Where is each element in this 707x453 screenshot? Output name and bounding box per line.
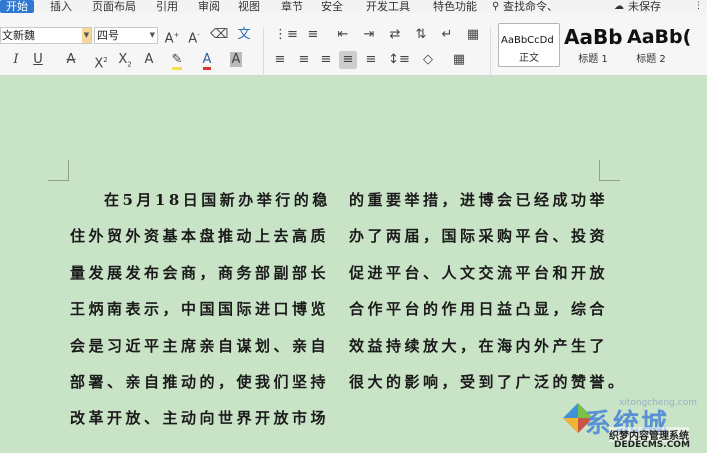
clear-format-icon[interactable]: ⌫ — [210, 26, 228, 44]
text-line: 会是习近平主席亲自谋划、亲自 — [70, 336, 330, 355]
style-sample: AaBbCcDd — [501, 35, 554, 46]
char-shading-icon[interactable]: A — [228, 51, 244, 69]
decrease-indent-icon[interactable]: ⇤ — [334, 26, 352, 44]
numbered-list-icon[interactable]: ≡ — [304, 26, 322, 44]
menu-bar: 开始 插入 页面布局 引用 审阅 视图 章节 安全 开发工具 特色功能 ⚲ 查找… — [0, 0, 707, 13]
text-column-left[interactable]: 在5月18日国新办举行的稳 住外贸外资基本盘推动上去高质 量发展发布会商，商务部… — [70, 182, 331, 437]
tab-references[interactable]: 引用 — [156, 0, 178, 13]
watermark-site-en: DEDECMS.COM — [614, 440, 690, 450]
sort-icon[interactable]: ⇅ — [412, 26, 430, 44]
style-label: 标题 2 — [636, 54, 666, 65]
style-label: 标题 1 — [578, 54, 608, 65]
tab-special-features[interactable]: 特色功能 — [433, 0, 477, 13]
tab-chapter[interactable]: 章节 — [281, 0, 303, 13]
chevron-down-icon[interactable]: ▼ — [150, 28, 155, 43]
text-line: 效益持续放大，在海内外产生了 — [349, 336, 609, 355]
tab-security[interactable]: 安全 — [321, 0, 343, 13]
table-icon[interactable]: ▦ — [464, 26, 482, 44]
style-sample: AaBb( — [627, 26, 692, 48]
margin-corner-top-right — [599, 160, 620, 181]
cloud-icon: ☁ — [614, 1, 624, 12]
separator — [263, 27, 264, 77]
font-name-select[interactable]: 文新魏 ▼ — [0, 27, 92, 44]
align-right-icon[interactable]: ≡ — [318, 51, 334, 69]
tab-home[interactable]: 开始 — [0, 0, 34, 13]
tab-view[interactable]: 视图 — [238, 0, 260, 13]
font-size-select[interactable]: 四号 ▼ — [94, 27, 158, 44]
chinese-layout-icon[interactable]: ⇄ — [386, 26, 404, 44]
line-spacing-icon[interactable]: ↕≡ — [388, 51, 410, 69]
shading-icon[interactable]: ◇ — [417, 51, 439, 69]
justify-icon[interactable]: ≡ — [339, 51, 357, 69]
search-command[interactable]: 查找命令、 — [503, 0, 558, 13]
style-normal[interactable]: AaBbCcDd 正文 — [498, 23, 560, 67]
text-column-right[interactable]: 的重要举措，进博会已经成功举 办了两届，国际采购平台、投资 促进平台、人文交流平… — [349, 182, 627, 400]
text-line: 很大的影响，受到了广泛的赞誉。 — [349, 372, 627, 391]
style-sample: AaBb — [564, 25, 623, 49]
show-marks-icon[interactable]: ↵ — [438, 26, 456, 44]
align-center-icon[interactable]: ≡ — [296, 51, 312, 69]
style-label: 正文 — [519, 53, 539, 64]
bullet-list-icon[interactable]: ⋮≡ — [274, 26, 298, 44]
tab-review[interactable]: 审阅 — [198, 0, 220, 13]
text-line: 办了两届，国际采购平台、投资 — [349, 227, 609, 246]
separator — [490, 27, 491, 77]
watermark: xitongcheng.com 系统城 织梦内容管理系统 DEDECMS.COM — [559, 397, 707, 453]
more-dots-icon[interactable]: ⋮ — [694, 0, 703, 13]
text-line: 在5月18日国新办举行的稳 — [104, 191, 331, 209]
text-line: 促进平台、人文交流平台和开放 — [349, 263, 609, 282]
subscript-icon[interactable]: X2 — [114, 51, 136, 69]
chevron-down-icon[interactable]: ▼ — [82, 28, 91, 43]
underline-icon[interactable]: U — [30, 51, 46, 69]
style-heading-1[interactable]: AaBb 标题 1 — [562, 23, 624, 67]
margin-corner-top-left — [48, 160, 69, 181]
tab-page-layout[interactable]: 页面布局 — [92, 0, 136, 13]
search-icon[interactable]: ⚲ — [492, 0, 499, 13]
style-heading-2[interactable]: AaBb( 标题 2 — [625, 23, 707, 67]
text-line: 王炳南表示，中国国际进口博览 — [70, 300, 330, 319]
text-line: 部署、亲自推动的，使我们坚持 — [70, 372, 330, 391]
text-line: 改革开放、主动向世界开放市场 — [70, 409, 330, 428]
borders-icon[interactable]: ▦ — [448, 51, 470, 69]
text-line: 合作平台的作用日益凸显，综合 — [349, 300, 609, 319]
tab-insert[interactable]: 插入 — [50, 0, 72, 13]
phonetic-guide-icon[interactable]: 文 — [234, 26, 254, 44]
distributed-align-icon[interactable]: ≡ — [362, 51, 380, 69]
italic-icon[interactable]: I — [10, 51, 22, 69]
text-effect-icon[interactable]: A — [140, 51, 158, 69]
strikethrough-icon[interactable]: A — [62, 51, 80, 69]
unsaved-status[interactable]: 未保存 — [628, 0, 661, 13]
font-shrink-icon[interactable]: A- — [186, 26, 202, 46]
styles-gallery: AaBbCcDd 正文 AaBb 标题 1 AaBb( 标题 2 — [498, 23, 707, 67]
superscript-icon[interactable]: X2 — [90, 51, 112, 71]
font-size-value: 四号 — [97, 29, 119, 42]
font-grow-icon[interactable]: A+ — [164, 26, 180, 46]
text-line: 的重要举措，进博会已经成功举 — [349, 191, 609, 209]
highlight-icon[interactable]: ✎ — [166, 51, 188, 70]
font-color-icon[interactable]: A — [198, 51, 216, 70]
text-line: 住外贸外资基本盘推动上去高质 — [70, 227, 330, 246]
tab-developer-tools[interactable]: 开发工具 — [366, 0, 410, 13]
align-left-icon[interactable]: ≡ — [272, 51, 288, 69]
increase-indent-icon[interactable]: ⇥ — [360, 26, 378, 44]
ribbon-toolbar: 文新魏 ▼ 四号 ▼ A+ A- ⌫ 文 I U A X2 X2 A ✎ A A… — [0, 13, 707, 77]
font-name-value: 文新魏 — [2, 29, 35, 42]
text-line: 量发展发布会商，商务部副部长 — [70, 263, 330, 282]
